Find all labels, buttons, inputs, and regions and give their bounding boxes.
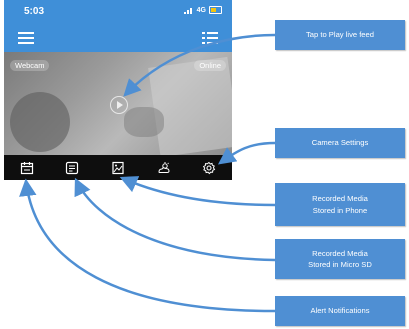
play-icon[interactable]: [110, 96, 128, 114]
signal-icon: [183, 7, 194, 14]
tab-weather[interactable]: [154, 158, 174, 178]
calendar-icon: [20, 161, 33, 174]
phone-screen: 5:03 4G Webcam Online: [4, 0, 232, 180]
tab-phone-media[interactable]: [108, 158, 128, 178]
list-view-icon[interactable]: [202, 32, 218, 44]
callout-alerts: Alert Notifications: [275, 296, 405, 326]
status-bar: 5:03 4G: [4, 0, 232, 24]
tab-settings[interactable]: [199, 158, 219, 178]
app-bar: [4, 24, 232, 52]
callout-settings: Camera Settings: [275, 128, 405, 158]
live-feed[interactable]: Webcam Online: [4, 52, 232, 155]
status-badge: Online: [194, 60, 226, 71]
camera-name-badge: Webcam: [10, 60, 50, 71]
note-icon: [66, 161, 79, 174]
battery-icon: [209, 6, 222, 14]
callout-sd-media: Recorded Media Stored in Micro SD: [275, 239, 405, 279]
gear-icon: [203, 161, 216, 174]
tab-alerts[interactable]: [17, 158, 37, 178]
callout-play: Tap to Play live feed: [275, 20, 405, 50]
status-icons: 4G: [183, 6, 222, 14]
callout-phone-media: Recorded Media Stored in Phone: [275, 183, 405, 226]
menu-icon[interactable]: [18, 32, 34, 44]
status-time: 5:03: [24, 6, 45, 17]
tab-sd-media[interactable]: [62, 158, 82, 178]
network-label: 4G: [196, 6, 206, 14]
weather-icon: [158, 161, 170, 173]
image-icon: [112, 161, 124, 174]
bottom-tab-bar: [4, 155, 232, 180]
